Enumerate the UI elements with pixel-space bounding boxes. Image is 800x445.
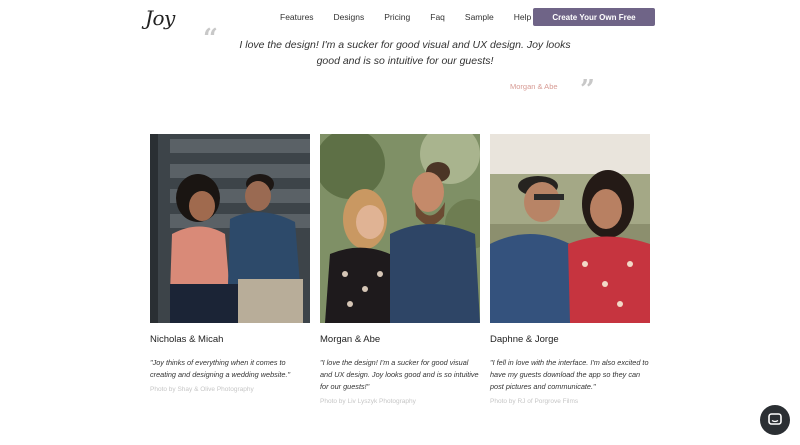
close-quote-icon: ” — [580, 75, 595, 105]
couple-card-3: Daphne & Jorge "I fell in love with the … — [490, 134, 650, 405]
couple-photo-1 — [150, 134, 310, 323]
couple-photo-2-image — [320, 134, 480, 323]
couple-photo-2 — [320, 134, 480, 323]
main-nav: Features Designs Pricing Faq Sample Help — [280, 12, 551, 22]
couple-card-2: Morgan & Abe "I love the design! I'm a s… — [320, 134, 480, 405]
chat-button[interactable] — [760, 405, 790, 435]
couple-testimonial: "Joy thinks of everything when it comes … — [150, 358, 291, 379]
couple-card-1: Nicholas & Micah "Joy thinks of everythi… — [150, 134, 310, 393]
couple-names: Nicholas & Micah — [150, 334, 224, 345]
couple-testimonial: "I fell in love with the interface. I'm … — [490, 358, 649, 391]
couple-photo-3-image — [490, 134, 650, 323]
chat-bubble-icon — [768, 413, 782, 425]
testimonial-author: Morgan & Abe — [510, 82, 558, 91]
couple-names: Morgan & Abe — [320, 334, 381, 345]
nav-faq[interactable]: Faq — [430, 12, 445, 22]
couple-photo-3 — [490, 134, 650, 323]
nav-sample[interactable]: Sample — [465, 12, 494, 22]
nav-pricing[interactable]: Pricing — [384, 12, 410, 22]
create-your-own-button[interactable]: Create Your Own Free — [533, 8, 655, 26]
joy-logo[interactable]: Joy — [145, 6, 175, 30]
photo-credit: Photo by RJ of Porgrove Films — [490, 398, 579, 405]
couple-testimonial: "I love the design! I'm a sucker for goo… — [320, 358, 479, 391]
testimonial-quote: I love the design! I'm a sucker for good… — [239, 39, 571, 67]
couple-photo-1-image — [150, 134, 310, 323]
photo-credit: Photo by Shay & Olive Photography — [150, 386, 254, 393]
nav-help[interactable]: Help — [514, 12, 531, 22]
open-quote-icon: “ — [203, 24, 218, 54]
nav-designs[interactable]: Designs — [334, 12, 365, 22]
couple-names: Daphne & Jorge — [490, 334, 559, 345]
photo-credit: Photo by Liv Lyszyk Photography — [320, 398, 416, 405]
nav-features[interactable]: Features — [280, 12, 314, 22]
